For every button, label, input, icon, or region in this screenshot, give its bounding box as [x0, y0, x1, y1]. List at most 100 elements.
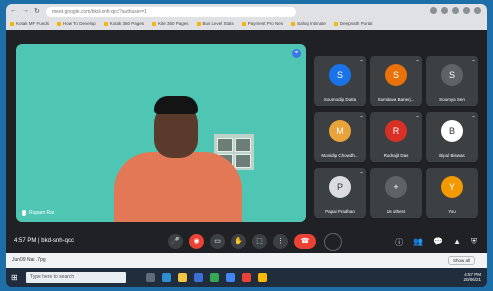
participant-tile[interactable]: ⌁ B Bipul Biswas — [426, 112, 478, 162]
avatar: P — [329, 176, 351, 198]
show-all-button[interactable]: Show all — [447, 256, 475, 265]
bookmark-item[interactable]: How To Develop — [57, 21, 96, 26]
more-options-button[interactable]: ⋮ — [273, 234, 288, 249]
raise-hand-button[interactable]: ✋ — [231, 234, 246, 249]
chat-icon[interactable]: 💬 — [433, 237, 443, 248]
people-icon[interactable]: 👥 — [413, 237, 423, 248]
profile-icon[interactable] — [474, 7, 481, 14]
avatar: B — [441, 120, 463, 142]
browser-window: ← → ↻ meet.google.com/bkd-snh-qcc?authus… — [6, 4, 487, 287]
store-icon[interactable] — [194, 273, 203, 282]
mic-muted-icon: ⌁ — [471, 114, 475, 120]
avatar: Y — [441, 176, 463, 198]
avatar-group: + — [385, 176, 407, 198]
extension-icon[interactable] — [463, 7, 470, 14]
bookmark-item[interactable]: Deepnath Portal — [334, 21, 373, 26]
meeting-stage: ⌖ Rupam Rai ⌁ S Soumodip Dutta ⌁ S Sumit… — [6, 30, 487, 231]
control-buttons: 🎤 ◉ ▭ ✋ ⬚ ⋮ ☎ — [168, 234, 316, 249]
camera-button[interactable]: ◉ — [189, 234, 204, 249]
windows-taskbar: ⊞ Type here to search 4:57 PM 20/06/21 — [6, 268, 487, 287]
side-controls: ⓘ 👥 💬 ▲ ⛨ — [395, 237, 477, 248]
clock-date: 20/06/21 — [463, 277, 481, 282]
browser-toolbar: ← → ↻ meet.google.com/bkd-snh-qcc?authus… — [6, 4, 487, 30]
file-explorer-icon[interactable] — [178, 273, 187, 282]
system-tray[interactable]: 4:57 PM 20/06/21 — [463, 272, 481, 282]
bookmark-item[interactable]: Kotak 360 Pages — [104, 21, 144, 26]
taskbar-apps — [146, 273, 267, 282]
edge-icon[interactable] — [162, 273, 171, 282]
main-speaker-label: Rupam Rai — [22, 210, 54, 216]
app-icon[interactable] — [242, 273, 251, 282]
participant-name: 16 others — [386, 209, 406, 214]
meeting-controls: 4:57 PM | bkd-snh-qcc 🎤 ◉ ▭ ✋ ⬚ ⋮ ☎ ⓘ 👥 … — [6, 231, 487, 253]
bookmark-item[interactable]: Bus Level Stats — [197, 21, 234, 26]
host-controls-icon[interactable]: ⛨ — [471, 237, 477, 248]
mic-muted-icon: ⌁ — [359, 114, 363, 120]
bookmarks-bar: Kotak MF Funds How To Develop Kotak 360 … — [10, 19, 485, 28]
address-bar[interactable]: meet.google.com/bkd-snh-qcc?authuser=1 — [46, 7, 296, 17]
participant-name: Soumodip Dutta — [323, 97, 357, 102]
avatar: R — [385, 120, 407, 142]
mail-icon[interactable] — [226, 273, 235, 282]
mic-muted-icon: ⌁ — [471, 58, 475, 64]
extension-icon[interactable] — [452, 7, 459, 14]
participant-tile[interactable]: ⌁ M Monidip Chowdh... — [314, 112, 366, 162]
bookmark-item[interactable]: Kite 360 Pages — [152, 21, 189, 26]
participant-name: You — [448, 209, 456, 214]
participant-tile[interactable]: ⌁ R Rudrajit Das — [370, 112, 422, 162]
participant-tile-others[interactable]: + 16 others — [370, 168, 422, 218]
participant-name: Bipul Biswas — [439, 153, 465, 158]
app-icon[interactable] — [258, 273, 267, 282]
extension-icon[interactable] — [430, 7, 437, 14]
forward-icon[interactable]: → — [22, 7, 29, 15]
chrome-icon[interactable] — [210, 273, 219, 282]
participant-grid: ⌁ S Soumodip Dutta ⌁ S Sumitava Banerj..… — [314, 56, 482, 221]
self-view-circle[interactable] — [324, 233, 342, 251]
avatar: S — [441, 64, 463, 86]
participant-tile-self[interactable]: Y You — [426, 168, 478, 218]
participant-name: Monidip Chowdh... — [321, 153, 359, 158]
mic-icon — [22, 210, 26, 216]
task-view-icon[interactable] — [146, 273, 155, 282]
main-speaker-name: Rupam Rai — [29, 210, 55, 216]
participant-name: Rudrajit Das — [383, 153, 409, 158]
taskbar-search[interactable]: Type here to search — [26, 272, 126, 283]
mic-muted-icon: ⌁ — [359, 58, 363, 64]
downloads-bar: Jun09 Nai .7pg Show all — [6, 253, 487, 268]
participant-tile[interactable]: ⌁ S Soumya Sen — [426, 56, 478, 106]
bookmark-item[interactable]: Sahaj Intimate — [291, 21, 326, 26]
bookmark-item[interactable]: Payment Pro Nes — [242, 21, 283, 26]
participant-tile[interactable]: ⌁ S Soumodip Dutta — [314, 56, 366, 106]
bookmark-item[interactable]: Kotak MF Funds — [10, 21, 49, 26]
windows-start-icon[interactable]: ⊞ — [11, 273, 20, 282]
participant-tile[interactable]: ⌁ P Papai Pradhan — [314, 168, 366, 218]
pin-icon[interactable]: ⌖ — [292, 49, 301, 58]
captions-button[interactable]: ▭ — [210, 234, 225, 249]
extension-icons — [430, 7, 481, 14]
main-video-tile[interactable]: ⌖ Rupam Rai — [16, 44, 306, 222]
avatar: S — [385, 64, 407, 86]
avatar: S — [329, 64, 351, 86]
mic-muted-icon: ⌁ — [415, 114, 419, 120]
back-icon[interactable]: ← — [10, 7, 17, 15]
hang-up-button[interactable]: ☎ — [294, 234, 316, 249]
speaker-body — [114, 152, 242, 222]
nav-buttons: ← → ↻ — [10, 7, 40, 15]
meeting-time: 4:57 PM — [14, 238, 37, 244]
participant-name: Sumitava Banerj... — [377, 97, 415, 102]
avatar: M — [329, 120, 351, 142]
mic-button[interactable]: 🎤 — [168, 234, 183, 249]
reload-icon[interactable]: ↻ — [34, 7, 40, 15]
mic-muted-icon: ⌁ — [359, 170, 363, 176]
meeting-info: 4:57 PM | bkd-snh-qcc — [14, 238, 74, 244]
info-icon[interactable]: ⓘ — [395, 237, 403, 248]
participant-tile[interactable]: ⌁ S Sumitava Banerj... — [370, 56, 422, 106]
extension-icon[interactable] — [441, 7, 448, 14]
download-item[interactable]: Jun09 Nai .7pg — [12, 257, 46, 263]
mic-muted-icon: ⌁ — [415, 58, 419, 64]
present-button[interactable]: ⬚ — [252, 234, 267, 249]
meeting-code: bkd-snh-qcc — [41, 238, 74, 244]
speaker-hair — [154, 96, 198, 114]
participant-name: Papai Pradhan — [325, 209, 355, 214]
activities-icon[interactable]: ▲ — [453, 237, 461, 248]
